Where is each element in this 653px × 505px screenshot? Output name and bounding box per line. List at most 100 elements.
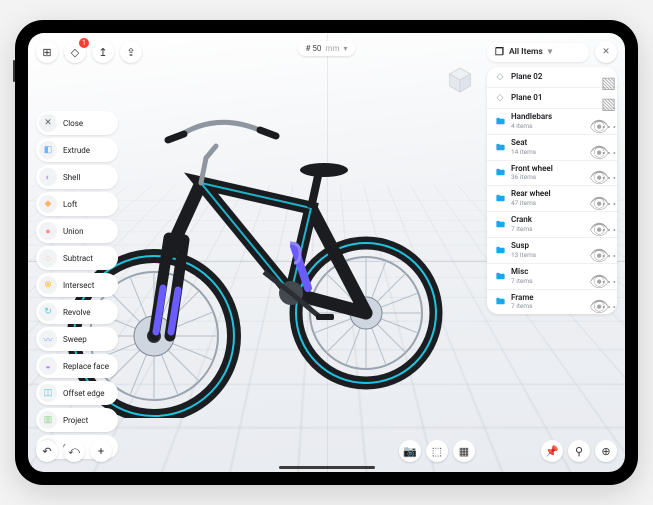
- outline-item-name: Handlebars: [511, 113, 584, 122]
- tool-label: Offset edge: [63, 389, 105, 398]
- target-icon: ⚲: [575, 445, 583, 458]
- folder-icon: [494, 270, 506, 282]
- tool-union[interactable]: ●Union: [36, 219, 118, 243]
- outline-item-sub: 36 items: [511, 173, 584, 181]
- more-icon[interactable]: ⋯: [601, 246, 610, 255]
- outline-item-front-wheel[interactable]: Front wheel36 items 👁⋯: [487, 161, 617, 187]
- close-panel-button[interactable]: ✕: [595, 41, 617, 63]
- tool-label: Shell: [63, 173, 80, 182]
- grid-size-pill[interactable]: # 50 mm ▾: [298, 41, 356, 56]
- topbar-left: ⊞ ◇ ↥ ⇪: [36, 41, 142, 63]
- plane-toggle-icon[interactable]: ▧: [601, 73, 610, 82]
- tool-label: Project: [63, 416, 88, 425]
- plane-toggle-icon[interactable]: ▧: [601, 94, 610, 103]
- outline-item-seat[interactable]: Seat14 items👁⋯: [487, 135, 617, 161]
- more-icon[interactable]: ⋯: [601, 297, 610, 306]
- export-icon: ⇪: [126, 46, 135, 59]
- tool-project[interactable]: ▥Project: [36, 408, 118, 432]
- outline-item-actions: ▧: [601, 73, 610, 82]
- visibility-icon[interactable]: 👁: [589, 168, 598, 177]
- outline-item-handlebars[interactable]: Handlebars4 items 👁⋯: [487, 109, 617, 135]
- tool-panel: ✕Close ◧Extrude ◐Shell ◆Loft ●Union ◌ Subtract…: [36, 111, 118, 459]
- camera-icon: 📷: [403, 445, 417, 458]
- tool-offset-edge[interactable]: ◫ Offset edge: [36, 381, 118, 405]
- tool-loft[interactable]: ◆Loft: [36, 192, 118, 216]
- folder-icon: [494, 244, 506, 256]
- tool-sweep[interactable]: 〰Sweep: [36, 327, 118, 351]
- tool-label: Replace face: [63, 362, 109, 371]
- tool-label: Close: [63, 119, 83, 128]
- more-icon[interactable]: ⋯: [601, 272, 610, 281]
- outline-item-plane-02[interactable]: ◇Plane 02▧: [487, 67, 617, 88]
- visibility-icon[interactable]: 👁: [589, 297, 598, 306]
- outline-item-misc[interactable]: Misc7 items 👁⋯: [487, 264, 617, 290]
- grid-size-unit: mm: [325, 44, 339, 53]
- tool-subtract[interactable]: ◌ Subtract: [36, 246, 118, 270]
- chevron-down-icon: ▾: [548, 47, 552, 57]
- visibility-icon[interactable]: 👁: [589, 220, 598, 229]
- outline-item-crank[interactable]: Crank7 items👁⋯: [487, 212, 617, 238]
- upload-button[interactable]: ↥: [92, 41, 114, 63]
- grid-toggle-button[interactable]: ▦: [453, 440, 475, 462]
- outline-header[interactable]: ❒ All Items ▾: [487, 43, 589, 62]
- outline-item-rear-wheel[interactable]: Rear wheel47 items👁⋯: [487, 186, 617, 212]
- visibility-icon[interactable]: 👁: [589, 117, 598, 126]
- subtract-icon: ◌: [39, 249, 57, 267]
- tool-close[interactable]: ✕Close: [36, 111, 118, 135]
- pin-button[interactable]: 📌: [541, 440, 563, 462]
- history-button[interactable]: ⤺: [63, 440, 85, 462]
- outline-item-sub: 13 items: [511, 251, 584, 259]
- more-icon[interactable]: ⋯: [601, 220, 610, 229]
- outline-item-sub: 47 items: [511, 199, 584, 207]
- tool-intersect[interactable]: ⊗Intersect: [36, 273, 118, 297]
- visibility-icon[interactable]: 👁: [589, 143, 598, 152]
- more-icon[interactable]: ⋯: [601, 117, 610, 126]
- upload-icon: ↥: [98, 46, 107, 59]
- tool-replace-face[interactable]: ◒Replace face: [36, 354, 118, 378]
- outline-item-actions: 👁⋯: [589, 117, 610, 126]
- notifications-button[interactable]: ◇: [64, 41, 86, 63]
- outline-item-actions: 👁⋯: [589, 220, 610, 229]
- visibility-icon[interactable]: 👁: [589, 272, 598, 281]
- outline-item-name: Crank: [511, 216, 584, 225]
- outline-item-sub: 7 items: [511, 277, 584, 285]
- grid-toggle-icon: ▦: [459, 445, 469, 458]
- tool-shell[interactable]: ◐Shell: [36, 165, 118, 189]
- tool-extrude[interactable]: ◧Extrude: [36, 138, 118, 162]
- camera-button[interactable]: 📷: [399, 440, 421, 462]
- outline-item-name: Misc: [511, 268, 584, 277]
- add-item-icon: ⊕: [601, 445, 610, 458]
- outline-item-actions: ▧: [601, 94, 610, 103]
- outline-item-name: Front wheel: [511, 165, 584, 174]
- export-button[interactable]: ⇪: [120, 41, 142, 63]
- outline-header-label: All Items: [509, 47, 543, 57]
- visibility-icon[interactable]: 👁: [589, 246, 598, 255]
- outline-item-susp[interactable]: Susp13 items👁⋯: [487, 238, 617, 264]
- add-item-button[interactable]: ⊕: [595, 440, 617, 462]
- tool-label: Revolve: [63, 308, 91, 317]
- visibility-icon[interactable]: 👁: [589, 194, 598, 203]
- more-icon[interactable]: ⋯: [601, 194, 610, 203]
- outline-item-frame[interactable]: Frame7 items👁⋯: [487, 290, 617, 315]
- orientation-cube[interactable]: [445, 65, 475, 95]
- outline-item-sub: 4 items: [511, 122, 584, 130]
- add-button[interactable]: +: [90, 440, 112, 462]
- diamond-icon: ◇: [71, 46, 79, 59]
- tool-revolve[interactable]: ↻ Revolve: [36, 300, 118, 324]
- bottom-center-right-cluster: 📷 ⬚ ▦: [399, 440, 475, 462]
- undo-button[interactable]: ↶: [36, 440, 58, 462]
- more-icon[interactable]: ⋯: [601, 143, 610, 152]
- offset-edge-icon: ◫: [39, 384, 57, 402]
- tool-label: Extrude: [63, 146, 90, 155]
- menu-button[interactable]: ⊞: [36, 41, 58, 63]
- outline-item-plane-01[interactable]: ◇Plane 01▧: [487, 88, 617, 109]
- bottom-left-cluster: ↶⤺+: [36, 440, 112, 462]
- revolve-icon: ↻: [39, 303, 57, 321]
- axis-y: [327, 33, 328, 472]
- view-cube-button[interactable]: ⬚: [426, 440, 448, 462]
- target-button[interactable]: ⚲: [568, 440, 590, 462]
- folder-icon: [494, 167, 506, 179]
- outline-item-name: Plane 01: [511, 94, 596, 103]
- more-icon[interactable]: ⋯: [601, 168, 610, 177]
- tool-label: Subtract: [63, 254, 93, 263]
